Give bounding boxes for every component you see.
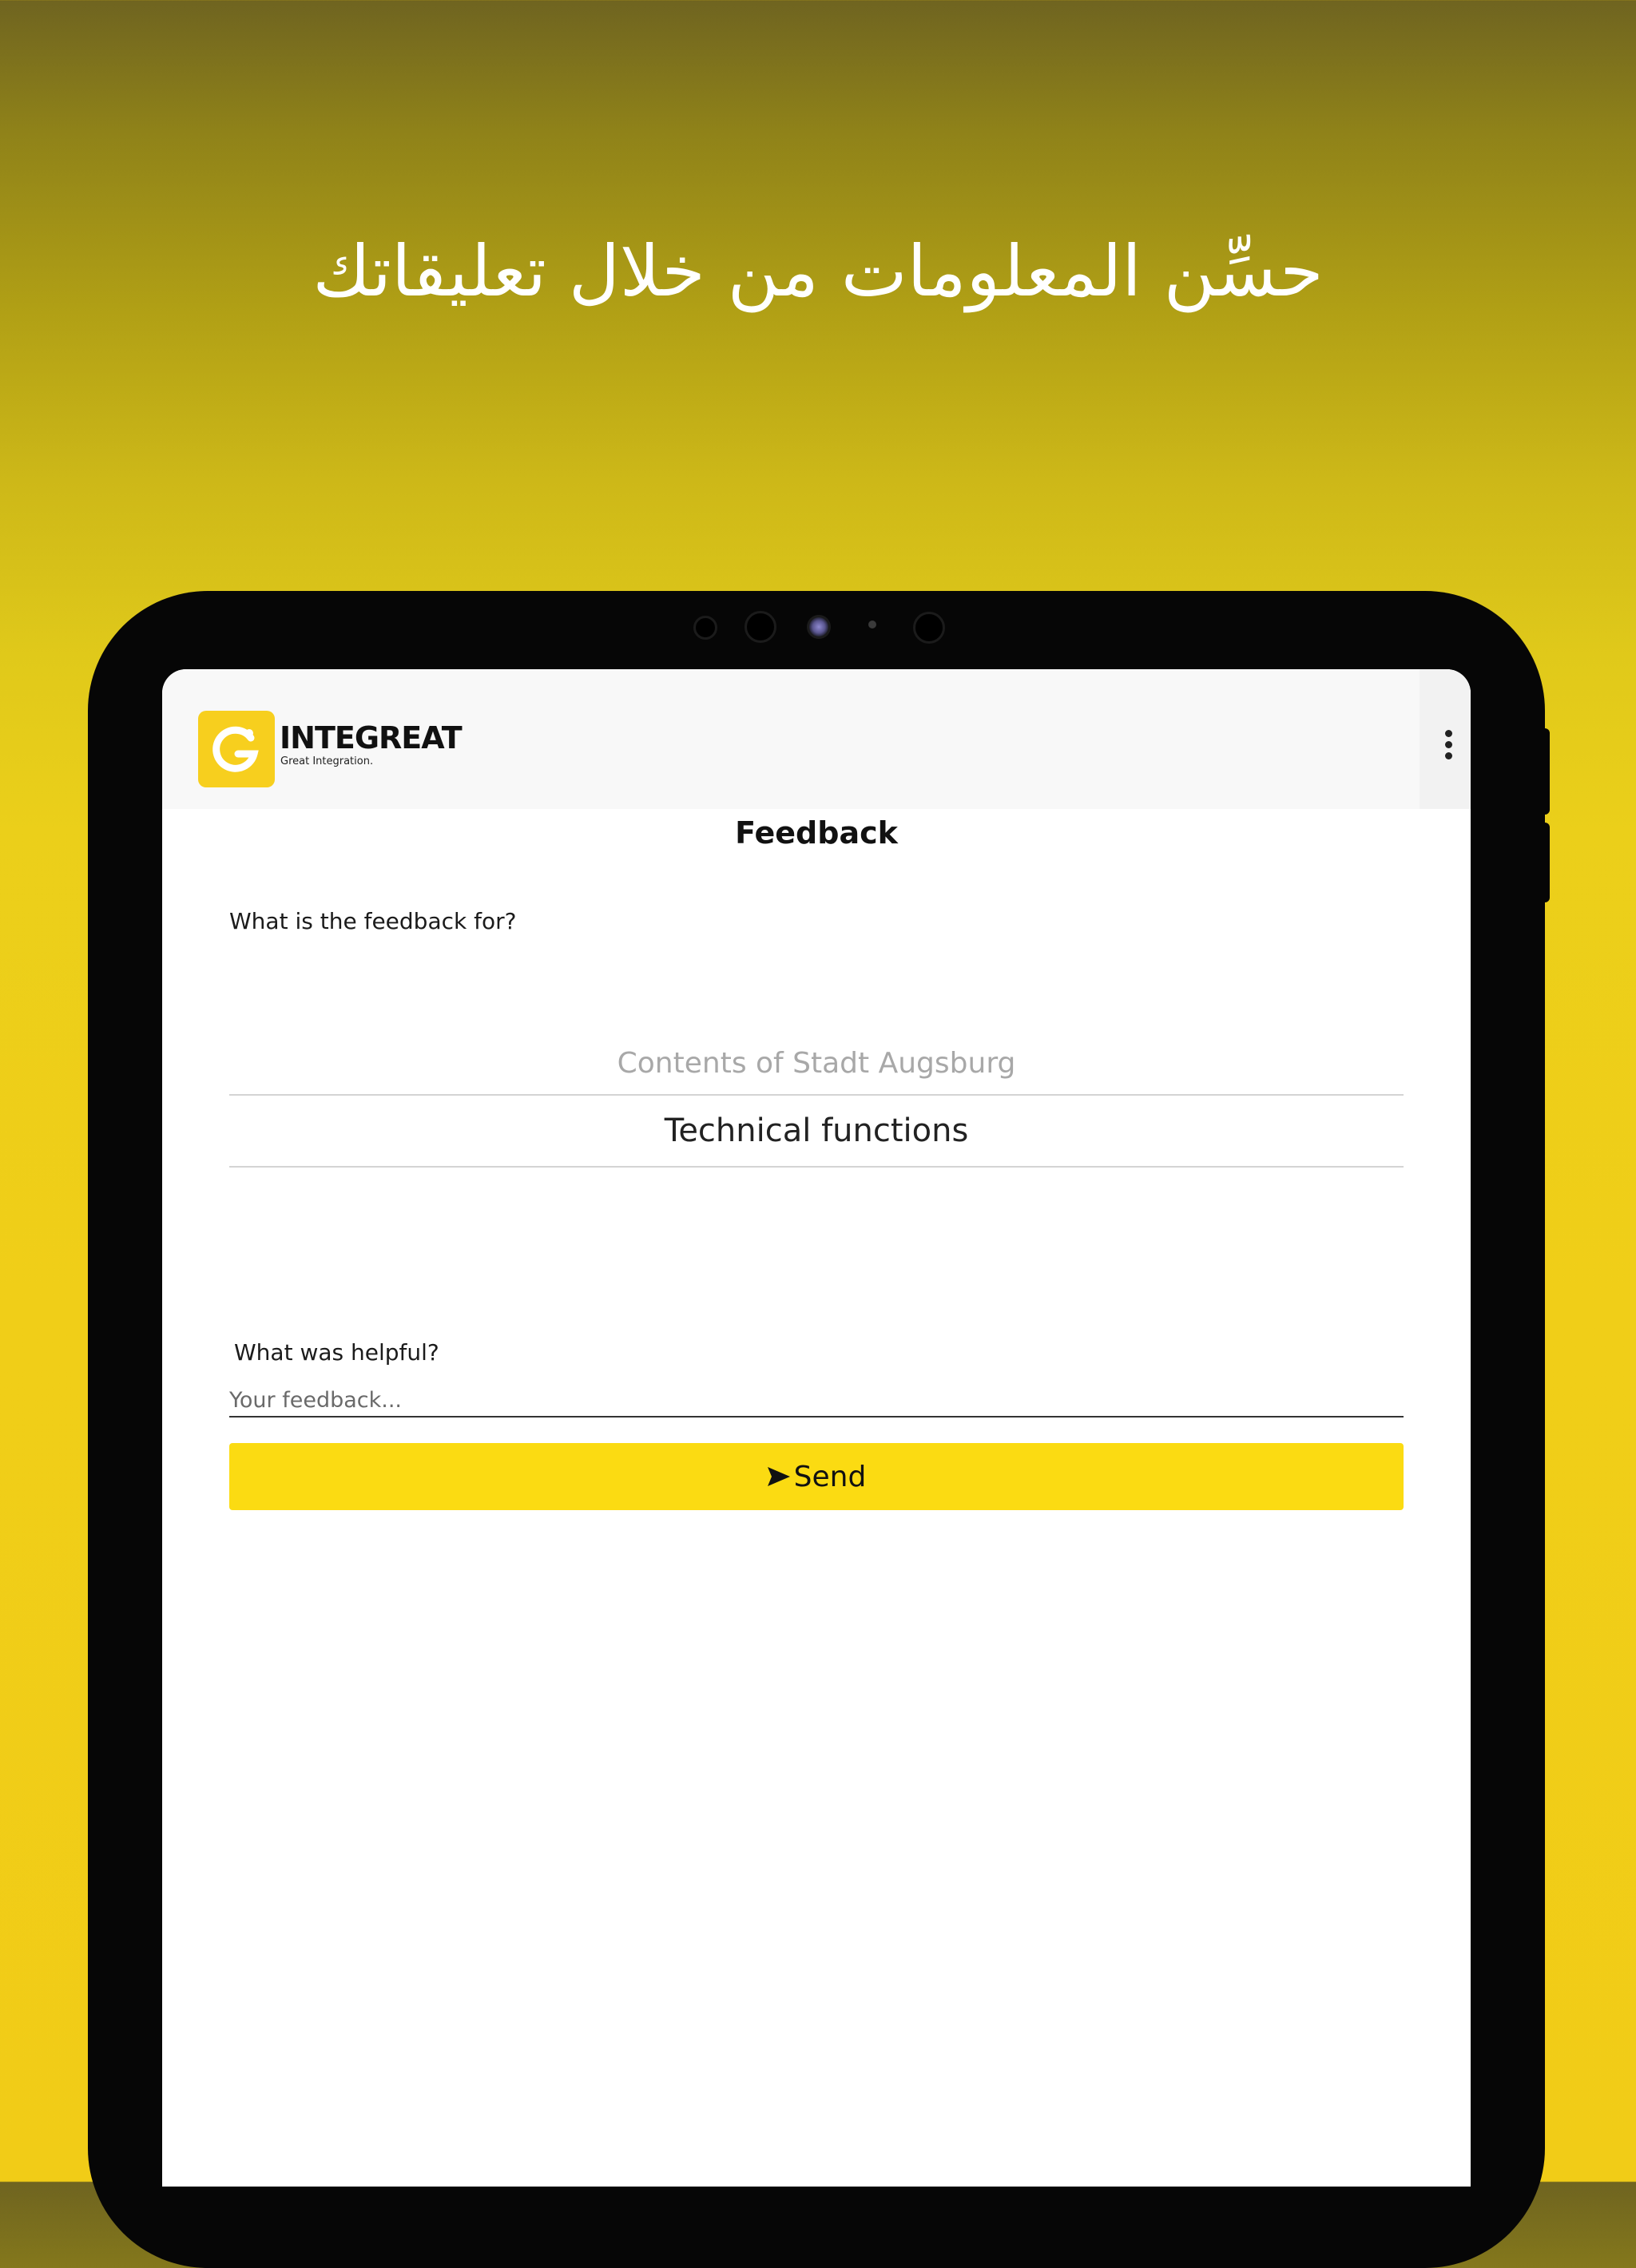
picker-divider [229, 1094, 1404, 1096]
app-header: INTEGREAT Great Integration. [162, 669, 1471, 809]
camera-icon [807, 615, 831, 639]
logo-g-icon [212, 726, 259, 772]
brand-name: INTEGREAT [280, 720, 463, 755]
page-title: Feedback [735, 815, 898, 850]
menu-area [1420, 669, 1471, 809]
tablet-camera-bar [0, 611, 1636, 644]
picker-divider [229, 1166, 1404, 1168]
feedback-input[interactable] [229, 1384, 1404, 1418]
sensor-icon [913, 612, 945, 644]
tablet-side-button [1540, 728, 1550, 815]
send-arrow-icon [767, 1467, 790, 1486]
sensor-icon [745, 611, 776, 643]
promo-headline: حسِّن المعلومات من خلال تعليقاتك [312, 230, 1324, 312]
tablet-side-button [1540, 823, 1550, 902]
send-button-label: Send [793, 1460, 867, 1493]
helpful-label: What was helpful? [234, 1339, 439, 1366]
brand-tagline: Great Integration. [280, 755, 374, 767]
integreat-logo[interactable] [198, 711, 275, 787]
sensor-icon [868, 621, 876, 628]
send-button[interactable]: Send [229, 1443, 1404, 1510]
picker-option[interactable]: Contents of Stadt Augsburg [229, 1045, 1404, 1083]
feedback-target-label: What is the feedback for? [229, 908, 517, 934]
sensor-icon [693, 616, 717, 640]
kebab-menu-icon[interactable] [1445, 730, 1453, 762]
picker-option-selected[interactable]: Technical functions [229, 1110, 1404, 1152]
feedback-target-picker[interactable]: Contents of Stadt Augsburg Technical fun… [229, 1037, 1404, 1168]
app-screen: INTEGREAT Great Integration. Feedback Wh… [162, 669, 1471, 2187]
